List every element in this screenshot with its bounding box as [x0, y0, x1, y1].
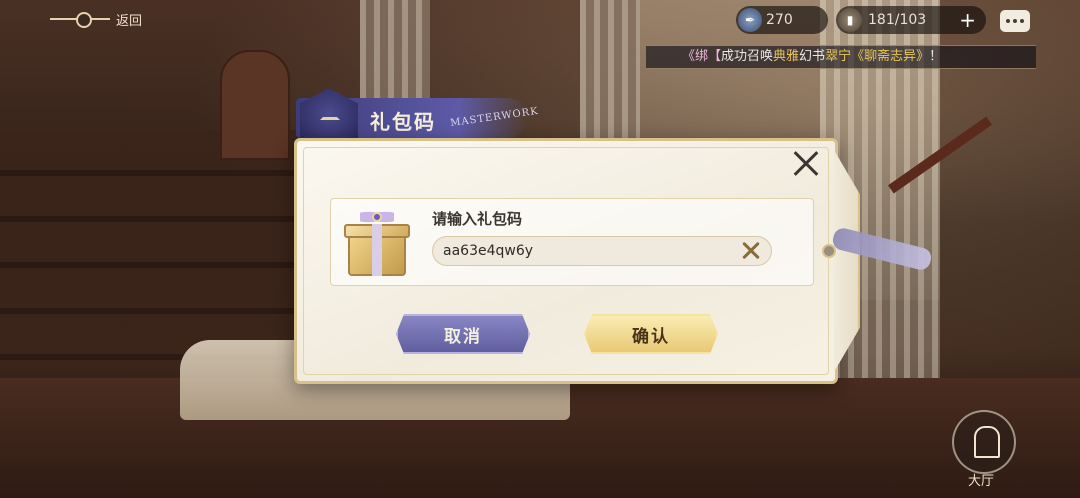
back-label: 返回 [116, 13, 143, 29]
marquee-text1: 成功召唤 [721, 49, 774, 64]
ticket-currency: ▮ 181/103 + [836, 6, 986, 34]
ticket-icon: ▮ [838, 8, 862, 32]
back-button[interactable]: 返回 [50, 6, 142, 32]
gift-code-input[interactable] [432, 236, 772, 266]
quill-icon: ✒ [738, 8, 762, 32]
chat-icon[interactable] [1000, 10, 1030, 32]
gift-box-icon [342, 206, 410, 278]
close-button[interactable] [790, 147, 822, 179]
marquee-highlight2: 翠宁《聊斋志异》 [825, 49, 930, 64]
back-ornament-icon [50, 9, 110, 29]
marquee-suffix: ！ [929, 49, 943, 64]
dialog-title: 礼包码 [370, 110, 436, 134]
announcement-marquee: 《绑【成功召唤典雅幻书翠宁《聊斋志异》！ [646, 45, 1036, 69]
marquee-prefix: 《绑【 [682, 49, 722, 64]
cancel-button[interactable]: 取消 [396, 314, 530, 354]
quill-currency: ✒ 270 [736, 6, 828, 34]
bookshelf [0, 130, 300, 370]
door [220, 50, 290, 160]
add-ticket-button[interactable]: + [959, 8, 976, 32]
ticket-count: 181/103 [868, 12, 927, 28]
input-label: 请输入礼包码 [432, 210, 523, 228]
quill-count: 270 [766, 12, 793, 28]
marquee-text2: 幻书 [799, 49, 826, 64]
lobby-label: 大厅 [968, 474, 995, 489]
confirm-button[interactable]: 确认 [584, 314, 718, 354]
clear-input-button[interactable] [738, 238, 764, 264]
top-bar: 返回 ✒ 270 ▮ 181/103 + [0, 0, 1080, 40]
emblem-mark [320, 104, 340, 120]
tag-hole [822, 244, 836, 258]
marquee-highlight1: 典雅 [773, 49, 800, 64]
lobby-icon[interactable] [952, 410, 1016, 474]
